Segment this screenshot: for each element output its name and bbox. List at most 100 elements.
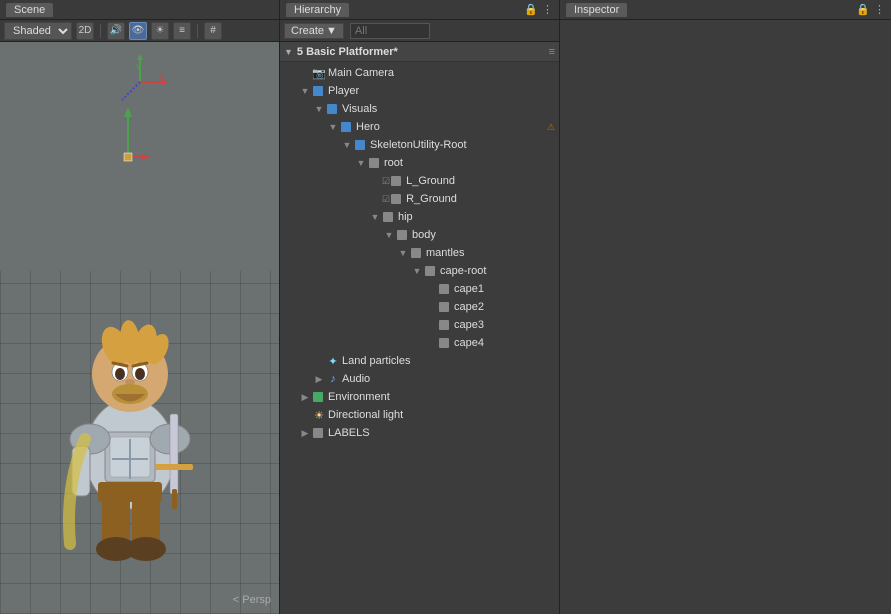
- hierarchy-content: 📷 Main Camera ▼ Player ▼ Visuals: [280, 62, 559, 614]
- toolbar-separator: [100, 24, 101, 38]
- tree-item-lground[interactable]: ☑ L_Ground: [280, 172, 559, 190]
- tree-arrow-environment: ▶: [298, 392, 312, 403]
- tree-arrow-player: ▼: [298, 86, 312, 96]
- hierarchy-toolbar: Create ▼: [280, 20, 559, 42]
- tree-label-cape1: cape1: [454, 283, 559, 295]
- tree-arrow-rground: [368, 194, 382, 204]
- scene-toolbar: Shaded 2D 🔊 👁 ☀ ≡ #: [0, 20, 279, 42]
- tree-item-main-camera[interactable]: 📷 Main Camera: [280, 64, 559, 82]
- tree-item-cape4[interactable]: cape4: [280, 334, 559, 352]
- rground-checkbox: ☑: [382, 194, 390, 205]
- move-gizmo[interactable]: [103, 97, 153, 180]
- toolbar-separator-2: [197, 24, 198, 38]
- tree-item-body[interactable]: ▼ body: [280, 226, 559, 244]
- tree-item-visuals[interactable]: ▼ Visuals: [280, 100, 559, 118]
- tree-item-cape-root[interactable]: ▼ cape-root: [280, 262, 559, 280]
- inspector-panel-header: Inspector 🔒 ⋮: [560, 0, 891, 20]
- 2d-button[interactable]: 2D: [76, 22, 94, 40]
- tree-label-directional-light: Directional light: [328, 409, 559, 421]
- tree-item-labels[interactable]: ▶ LABELS: [280, 424, 559, 442]
- scene-name: 5 Basic Platformer*: [297, 46, 398, 58]
- mantles-icon: [410, 246, 424, 260]
- hash-button[interactable]: #: [204, 22, 222, 40]
- lground-icon: [390, 174, 404, 188]
- tree-item-environment[interactable]: ▶ Environment: [280, 388, 559, 406]
- scene-view[interactable]: Y X: [0, 42, 279, 614]
- root-icon: [368, 156, 382, 170]
- inspector-menu-icon[interactable]: ⋮: [874, 3, 885, 16]
- labels-icon: [312, 426, 326, 440]
- create-button[interactable]: Create ▼: [284, 23, 344, 39]
- hierarchy-lock-icon[interactable]: 🔒: [524, 3, 538, 16]
- tree-arrow-cape-root: ▼: [410, 266, 424, 276]
- tree-item-root[interactable]: ▼ root: [280, 154, 559, 172]
- tree-label-lground: L_Ground: [406, 175, 559, 187]
- rground-icon: [390, 192, 404, 206]
- tree-item-land-particles[interactable]: ✦ Land particles: [280, 352, 559, 370]
- cape1-icon: [438, 282, 452, 296]
- tree-item-skeletonutil[interactable]: ▼ SkeletonUtility-Root: [280, 136, 559, 154]
- tree-arrow-lground: [368, 176, 382, 186]
- hierarchy-search[interactable]: [350, 23, 430, 39]
- body-icon: [396, 228, 410, 242]
- tree-arrow-cape4: [424, 338, 438, 348]
- tree-item-rground[interactable]: ☑ R_Ground: [280, 190, 559, 208]
- cape-root-icon: [424, 264, 438, 278]
- inspector-lock-icon[interactable]: 🔒: [856, 3, 870, 16]
- sun-button[interactable]: ☀: [151, 22, 169, 40]
- tree-item-directional-light[interactable]: ☀ Directional light: [280, 406, 559, 424]
- sound-button[interactable]: 🔊: [107, 22, 125, 40]
- hierarchy-tab[interactable]: Hierarchy: [286, 3, 349, 17]
- tree-arrow-visuals: ▼: [312, 104, 326, 114]
- directional-light-icon: ☀: [312, 408, 326, 422]
- inspector-tab[interactable]: Inspector: [566, 3, 627, 17]
- tree-item-cape2[interactable]: cape2: [280, 298, 559, 316]
- tree-item-audio[interactable]: ▶ ♪ Audio: [280, 370, 559, 388]
- tree-arrow-land-particles: [312, 356, 326, 366]
- tree-label-cape3: cape3: [454, 319, 559, 331]
- tree-label-body: body: [412, 229, 559, 241]
- tree-label-labels: LABELS: [328, 427, 559, 439]
- tree-label-cape2: cape2: [454, 301, 559, 313]
- tree-label-audio: Audio: [342, 373, 559, 385]
- inspector-panel: Inspector 🔒 ⋮: [560, 0, 891, 614]
- scene-tab[interactable]: Scene: [6, 3, 53, 17]
- tree-item-player[interactable]: ▼ Player: [280, 82, 559, 100]
- audio-icon: ♪: [326, 372, 340, 386]
- tree-label-main-camera: Main Camera: [328, 67, 559, 79]
- eye-button[interactable]: 👁: [129, 22, 147, 40]
- tree-arrow-root: ▼: [354, 158, 368, 168]
- tree-arrow-main-camera: [298, 68, 312, 78]
- tree-arrow-cape2: [424, 302, 438, 312]
- tree-item-cape3[interactable]: cape3: [280, 316, 559, 334]
- shaded-dropdown[interactable]: Shaded: [4, 22, 72, 40]
- tree-label-environment: Environment: [328, 391, 559, 403]
- hierarchy-scene-controls[interactable]: ≡: [549, 46, 555, 58]
- tree-item-cape1[interactable]: cape1: [280, 280, 559, 298]
- hierarchy-panel: Hierarchy 🔒 ⋮ Create ▼ ▼ 5 Basic Platfor…: [280, 0, 560, 614]
- cape2-icon: [438, 300, 452, 314]
- character-illustration: [20, 254, 220, 574]
- camera-icon: 📷: [312, 66, 326, 80]
- hero-icon: [340, 120, 354, 134]
- tree-label-hero: Hero: [356, 121, 547, 133]
- hierarchy-scene-header[interactable]: ▼ 5 Basic Platformer* ≡: [280, 42, 559, 62]
- environment-icon: [312, 390, 326, 404]
- hierarchy-panel-header: Hierarchy 🔒 ⋮: [280, 0, 559, 20]
- svg-text:Y: Y: [135, 62, 141, 72]
- tree-label-land-particles: Land particles: [342, 355, 559, 367]
- tree-item-hip[interactable]: ▼ hip: [280, 208, 559, 226]
- tree-label-mantles: mantles: [426, 247, 559, 259]
- tree-arrow-hero: ▼: [326, 122, 340, 132]
- scene-panel-header: Scene: [0, 0, 279, 20]
- tree-item-hero[interactable]: ▼ Hero ⚠: [280, 118, 559, 136]
- skeletonutil-icon: [354, 138, 368, 152]
- hierarchy-menu-icon[interactable]: ⋮: [542, 3, 553, 16]
- tree-label-hip: hip: [398, 211, 559, 223]
- tree-item-mantles[interactable]: ▼ mantles: [280, 244, 559, 262]
- layers-button[interactable]: ≡: [173, 22, 191, 40]
- cape3-icon: [438, 318, 452, 332]
- inspector-content: [560, 20, 891, 614]
- tree-label-visuals: Visuals: [342, 103, 559, 115]
- tree-label-cape4: cape4: [454, 337, 559, 349]
